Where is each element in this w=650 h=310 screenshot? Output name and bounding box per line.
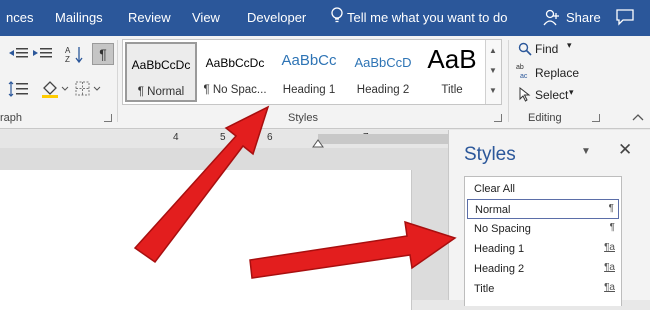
style-item-label: No Spacing xyxy=(474,223,531,235)
style-name: Title xyxy=(441,84,463,96)
style-name: ¶ No Spac... xyxy=(203,84,267,96)
select-dropdown-icon[interactable]: ▾ xyxy=(569,87,574,98)
ruler-number: 6 xyxy=(267,132,273,143)
tab-view[interactable]: View xyxy=(192,10,220,25)
style-type-mark: ¶ xyxy=(609,222,615,233)
svg-text:Z: Z xyxy=(65,55,70,64)
find-dropdown-icon[interactable]: ▾ xyxy=(567,40,572,51)
comment-icon[interactable] xyxy=(615,8,635,26)
svg-text:ab: ab xyxy=(516,64,524,71)
style-heading-1[interactable]: AaBbCc Heading 1 xyxy=(273,42,345,102)
line-spacing-icon[interactable] xyxy=(8,80,30,98)
sort-icon[interactable]: A Z xyxy=(64,44,84,64)
ruler-number: 5 xyxy=(220,132,226,143)
style-type-mark: ¶a xyxy=(604,242,615,253)
style-list-item[interactable]: Clear All xyxy=(467,179,619,199)
ruler-number: 4 xyxy=(173,132,179,143)
style-list-item[interactable]: Title ¶a xyxy=(467,279,619,299)
scroll-down-icon[interactable]: ▼ xyxy=(489,66,497,75)
paragraph-group-label: raph xyxy=(0,112,23,124)
styles-dialog-launcher[interactable] xyxy=(494,114,502,122)
style-sample: AaB xyxy=(427,44,477,74)
style-type-mark: ¶a xyxy=(604,262,615,273)
style-item-label: Title xyxy=(474,283,495,295)
style-name: ¶ Normal xyxy=(137,86,185,98)
style-item-label: Heading 2 xyxy=(474,263,525,275)
style-list-item[interactable]: Heading 1 ¶a xyxy=(467,239,619,259)
style-list-item[interactable]: No Spacing ¶ xyxy=(467,219,619,239)
group-divider xyxy=(508,40,509,122)
style-sample: AaBbCcD xyxy=(354,55,412,70)
horizontal-ruler[interactable]: 4 5 6 7 xyxy=(0,130,448,148)
paragraph-dialog-launcher[interactable] xyxy=(104,114,112,122)
document-canvas xyxy=(0,148,448,310)
shading-icon[interactable] xyxy=(40,79,70,99)
editing-dialog-launcher[interactable] xyxy=(592,114,600,122)
select-button[interactable]: Select xyxy=(535,88,568,102)
share-button[interactable]: Share xyxy=(566,10,601,25)
group-divider xyxy=(117,40,118,122)
style-title[interactable]: AaB Title xyxy=(421,42,483,102)
style-type-mark: ¶ xyxy=(608,203,614,214)
styles-gallery-scrollbar[interactable]: ▲ ▼ ▼ xyxy=(485,40,501,104)
scroll-up-icon[interactable]: ▲ xyxy=(489,46,497,55)
style-sample: AaBbCc xyxy=(281,52,337,69)
editing-group-label: Editing xyxy=(528,112,562,124)
share-person-icon[interactable] xyxy=(542,9,560,27)
close-pane-icon[interactable]: ✕ xyxy=(618,140,632,160)
style-item-label: Clear All xyxy=(474,183,515,195)
styles-gallery: AaBbCcDc ¶ Normal AaBbCcDc ¶ No Spac... … xyxy=(122,39,502,105)
borders-icon[interactable] xyxy=(74,80,104,98)
replace-icon[interactable]: ab ac xyxy=(516,62,534,80)
right-indent-marker-icon[interactable] xyxy=(312,138,324,148)
style-sample: AaBbCcDc xyxy=(205,56,265,70)
increase-indent-icon[interactable] xyxy=(32,46,54,62)
style-normal[interactable]: AaBbCcDc ¶ Normal xyxy=(125,42,197,102)
decrease-indent-icon[interactable] xyxy=(8,46,30,62)
svg-text:A: A xyxy=(65,46,71,55)
ruler-margin-shade xyxy=(318,134,448,144)
tab-mailings[interactable]: Mailings xyxy=(55,10,103,25)
document-page[interactable] xyxy=(0,170,412,310)
style-item-label: Normal xyxy=(475,204,511,216)
gallery-more-icon[interactable]: ▼ xyxy=(489,86,497,95)
style-name: Heading 2 xyxy=(356,84,410,96)
styles-group-label: Styles xyxy=(288,112,318,124)
ribbon-tab-bar: nces Mailings Review View Developer Tell… xyxy=(0,0,650,36)
pane-options-icon[interactable]: ▼ xyxy=(581,146,591,157)
style-heading-2[interactable]: AaBbCcD Heading 2 xyxy=(347,42,419,102)
find-icon[interactable] xyxy=(518,42,532,56)
styles-pane: Styles ▼ ✕ Clear All Normal ¶ No Spacing… xyxy=(448,130,650,306)
style-no-spacing[interactable]: AaBbCcDc ¶ No Spac... xyxy=(199,42,271,102)
style-list-item[interactable]: Heading 2 ¶a xyxy=(467,259,619,279)
tab-references[interactable]: nces xyxy=(6,10,33,25)
style-list-item-selected[interactable]: Normal ¶ xyxy=(467,199,619,219)
find-button[interactable]: Find xyxy=(535,42,558,56)
replace-button[interactable]: Replace xyxy=(535,66,579,80)
style-type-mark: ¶a xyxy=(604,282,615,293)
lightbulb-icon xyxy=(331,7,343,23)
style-item-label: Heading 1 xyxy=(474,243,525,255)
styles-pane-title: Styles xyxy=(464,144,516,165)
ribbon-home: A Z ¶ raph AaBbCcDc ¶ Normal AaBbCcDc ¶ … xyxy=(0,36,650,129)
style-name: Heading 1 xyxy=(282,84,336,96)
tab-review[interactable]: Review xyxy=(128,10,171,25)
tab-developer[interactable]: Developer xyxy=(247,10,306,25)
select-cursor-icon[interactable] xyxy=(519,87,531,102)
tell-me-search[interactable]: Tell me what you want to do xyxy=(347,10,507,25)
styles-list: Clear All Normal ¶ No Spacing ¶ Heading … xyxy=(464,176,622,306)
svg-text:ac: ac xyxy=(520,73,528,80)
show-formatting-marks-button[interactable]: ¶ xyxy=(92,43,114,65)
style-sample: AaBbCcDc xyxy=(131,58,191,72)
collapse-ribbon-icon[interactable] xyxy=(632,112,644,122)
